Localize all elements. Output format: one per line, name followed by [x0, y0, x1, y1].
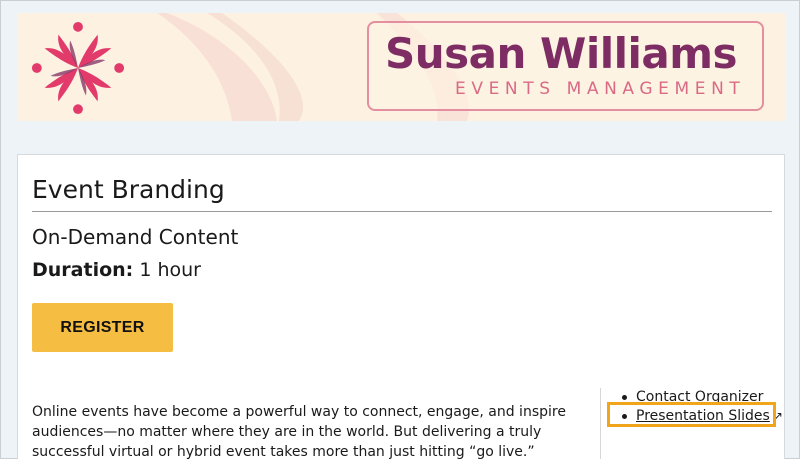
register-button[interactable]: REGISTER	[32, 303, 173, 352]
list-item: Presentation Slides ↗	[620, 407, 783, 426]
brand-tagline: EVENTS MANAGEMENT	[455, 79, 746, 99]
list-item: Contact Organizer	[620, 388, 783, 407]
external-link-icon: ↗	[772, 409, 783, 423]
brand-name: Susan Williams	[385, 29, 738, 78]
event-description: Online events have become a powerful way…	[32, 404, 566, 459]
brand-wordmark: Susan Williams EVENTS MANAGEMENT	[367, 21, 764, 111]
title-divider	[32, 211, 772, 212]
duration-label: Duration:	[32, 259, 134, 281]
duration-line: Duration: 1 hour	[32, 259, 201, 281]
resource-links: Contact Organizer Presentation Slides ↗	[620, 388, 783, 426]
duration-value: 1 hour	[139, 259, 201, 281]
presentation-slides-link[interactable]: Presentation Slides	[636, 408, 770, 424]
sidebar-divider	[600, 388, 601, 459]
flower-logo-icon	[31, 21, 125, 115]
contact-organizer-link[interactable]: Contact Organizer	[636, 389, 763, 405]
page-title: Event Branding	[32, 175, 225, 204]
content-type-heading: On-Demand Content	[32, 225, 239, 249]
event-card: Event Branding On-Demand Content Duratio…	[17, 154, 785, 459]
header-banner: Susan Williams EVENTS MANAGEMENT	[17, 13, 785, 121]
